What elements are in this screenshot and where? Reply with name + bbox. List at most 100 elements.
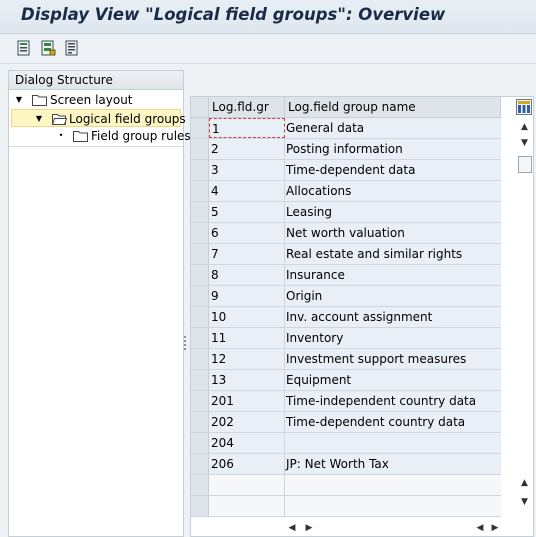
cell-log-field-group-name[interactable]: Insurance: [285, 265, 501, 285]
select-all-rows-button[interactable]: [191, 97, 209, 118]
horizontal-scrollbar[interactable]: ◀ ▶ ◀ ▶: [286, 521, 501, 536]
table-row[interactable]: 13 Equipment: [191, 370, 501, 391]
cell-log-field-group-name[interactable]: Inv. account assignment: [285, 307, 501, 327]
cell-log-field-group-name[interactable]: Investment support measures: [285, 349, 501, 369]
table-row[interactable]: 3 Time-dependent data: [191, 160, 501, 181]
cell-log-fld-gr[interactable]: [209, 496, 285, 516]
table-row[interactable]: 4 Allocations: [191, 181, 501, 202]
scroll-track[interactable]: [322, 522, 472, 535]
expand-arrow-icon[interactable]: ▼: [14, 91, 24, 109]
cell-log-fld-gr[interactable]: 4: [209, 181, 285, 201]
row-selector-button[interactable]: [191, 160, 209, 180]
print-list-button[interactable]: [15, 39, 33, 57]
table-row[interactable]: 9 Origin: [191, 286, 501, 307]
cell-log-fld-gr[interactable]: 11: [209, 328, 285, 348]
cell-log-field-group-name[interactable]: [285, 433, 501, 453]
scroll-page-up-icon[interactable]: ▲: [517, 476, 532, 490]
cell-log-fld-gr[interactable]: 204: [209, 433, 285, 453]
column-header-log-field-group-name[interactable]: Log.field group name: [285, 97, 501, 118]
row-selector-button[interactable]: [191, 454, 209, 474]
row-selector-button[interactable]: [191, 370, 209, 390]
table-row[interactable]: 202 Time-dependent country data: [191, 412, 501, 433]
cell-log-field-group-name[interactable]: [285, 496, 501, 516]
tree-node-logical-field-groups[interactable]: ▼ Logical field groups: [11, 109, 186, 128]
scroll-left-icon[interactable]: ◀: [286, 521, 298, 536]
row-selector-button[interactable]: [191, 265, 209, 285]
cell-log-field-group-name[interactable]: Time-dependent country data: [285, 412, 501, 432]
cell-log-field-group-name[interactable]: Real estate and similar rights: [285, 244, 501, 264]
row-selector-button[interactable]: [191, 244, 209, 264]
cell-log-fld-gr[interactable]: [209, 475, 285, 495]
tree-node-field-group-rules[interactable]: • Field group rules: [9, 127, 191, 145]
scroll-right-icon[interactable]: ▶: [303, 521, 315, 536]
scroll-down-icon[interactable]: ▼: [517, 136, 532, 150]
table-row[interactable]: 6 Net worth valuation: [191, 223, 501, 244]
row-selector-button[interactable]: [191, 349, 209, 369]
cell-log-field-group-name[interactable]: Time-dependent data: [285, 160, 501, 180]
cell-log-field-group-name[interactable]: Inventory: [285, 328, 501, 348]
table-row[interactable]: 5 Leasing: [191, 202, 501, 223]
cell-log-field-group-name[interactable]: JP: Net Worth Tax: [285, 454, 501, 474]
cell-log-field-group-name[interactable]: [285, 475, 501, 495]
table-row[interactable]: [191, 496, 501, 517]
cell-log-fld-gr[interactable]: 6: [209, 223, 285, 243]
row-selector-button[interactable]: [191, 118, 209, 138]
scroll-thumb[interactable]: [518, 156, 532, 173]
row-selector-button[interactable]: [191, 307, 209, 327]
cell-log-fld-gr[interactable]: 1: [209, 118, 285, 138]
cell-log-field-group-name[interactable]: Time-independent country data: [285, 391, 501, 411]
cell-log-field-group-name[interactable]: Allocations: [285, 181, 501, 201]
cell-log-field-group-name[interactable]: Net worth valuation: [285, 223, 501, 243]
table-row[interactable]: 10 Inv. account assignment: [191, 307, 501, 328]
table-row[interactable]: 11 Inventory: [191, 328, 501, 349]
row-selector-button[interactable]: [191, 391, 209, 411]
cell-log-fld-gr[interactable]: 13: [209, 370, 285, 390]
row-selector-button[interactable]: [191, 412, 209, 432]
panel-splitter-handle[interactable]: [184, 334, 187, 354]
scroll-up-icon[interactable]: ▲: [517, 120, 532, 134]
row-selector-button[interactable]: [191, 139, 209, 159]
table-row[interactable]: 206 JP: Net Worth Tax: [191, 454, 501, 475]
row-selector-button[interactable]: [191, 286, 209, 306]
scroll-left-end-icon[interactable]: ◀: [474, 521, 486, 536]
table-row[interactable]: 204: [191, 433, 501, 454]
row-selector-button[interactable]: [191, 496, 209, 516]
expand-arrow-icon[interactable]: ▼: [34, 110, 44, 128]
table-row[interactable]: 1 General data: [191, 118, 501, 139]
cell-log-fld-gr[interactable]: 8: [209, 265, 285, 285]
cell-log-field-group-name[interactable]: Posting information: [285, 139, 501, 159]
scroll-right-end-icon[interactable]: ▶: [489, 521, 501, 536]
column-header-log-fld-gr[interactable]: Log.fld.gr: [209, 97, 285, 118]
table-row[interactable]: [191, 475, 501, 496]
row-selector-button[interactable]: [191, 475, 209, 495]
table-row[interactable]: 201 Time-independent country data: [191, 391, 501, 412]
cell-log-field-group-name[interactable]: Leasing: [285, 202, 501, 222]
row-selector-button[interactable]: [191, 223, 209, 243]
cell-log-fld-gr[interactable]: 10: [209, 307, 285, 327]
scroll-page-down-icon[interactable]: ▼: [517, 495, 532, 509]
cell-log-fld-gr[interactable]: 12: [209, 349, 285, 369]
cell-log-field-group-name[interactable]: Origin: [285, 286, 501, 306]
cell-log-fld-gr[interactable]: 206: [209, 454, 285, 474]
select-all-button[interactable]: [39, 39, 57, 57]
cell-log-fld-gr[interactable]: 2: [209, 139, 285, 159]
cell-log-fld-gr[interactable]: 5: [209, 202, 285, 222]
table-settings-icon[interactable]: [516, 99, 532, 115]
cell-log-field-group-name[interactable]: General data: [285, 118, 501, 138]
row-selector-button[interactable]: [191, 433, 209, 453]
cell-log-fld-gr[interactable]: 3: [209, 160, 285, 180]
tree-node-screen-layout[interactable]: ▼ Screen layout: [9, 91, 183, 109]
cell-log-field-group-name[interactable]: Equipment: [285, 370, 501, 390]
cell-log-fld-gr[interactable]: 7: [209, 244, 285, 264]
row-selector-button[interactable]: [191, 202, 209, 222]
cell-log-fld-gr[interactable]: 202: [209, 412, 285, 432]
table-row[interactable]: 2 Posting information: [191, 139, 501, 160]
table-row[interactable]: 8 Insurance: [191, 265, 501, 286]
details-button[interactable]: [63, 39, 81, 57]
row-selector-button[interactable]: [191, 181, 209, 201]
table-row[interactable]: 12 Investment support measures: [191, 349, 501, 370]
cell-log-fld-gr[interactable]: 201: [209, 391, 285, 411]
vertical-scrollbar[interactable]: ▲ ▼ ▲ ▼: [516, 118, 533, 520]
table-row[interactable]: 7 Real estate and similar rights: [191, 244, 501, 265]
row-selector-button[interactable]: [191, 328, 209, 348]
